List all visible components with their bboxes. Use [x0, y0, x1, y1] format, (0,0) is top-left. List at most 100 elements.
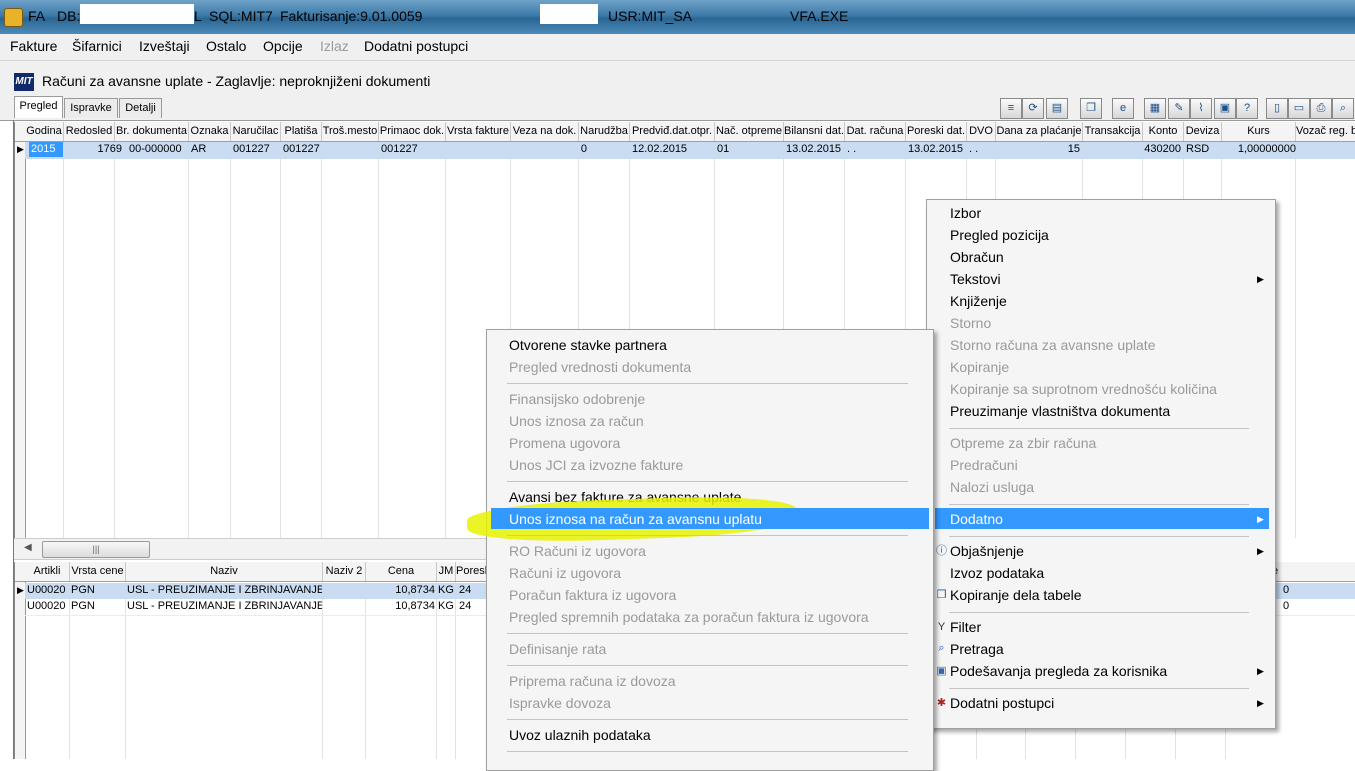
app-icon[interactable] [4, 8, 23, 27]
submenu-item-definisanje-rata[interactable]: Definisanje rata [509, 641, 606, 657]
menu-opcije[interactable]: Opcije [263, 38, 303, 54]
col-narudzba[interactable]: Narudžba [579, 122, 630, 141]
col-artikli[interactable]: Artikli [25, 562, 70, 581]
menu-izvestaji[interactable]: Izveštaji [139, 38, 190, 54]
menu-fakture[interactable]: Fakture [10, 38, 57, 54]
menu-item-dodatno[interactable]: Dodatno [950, 511, 1003, 527]
menu-item-pretraga[interactable]: Pretraga [950, 641, 1004, 657]
new-doc-icon[interactable]: ▯ [1266, 98, 1288, 119]
submenu-item-pregled-spremnih[interactable]: Pregled spremnih podataka za poračun fak… [509, 609, 869, 625]
submenu-item-priprema-dovoza[interactable]: Priprema računa iz dovoza [509, 673, 676, 689]
print-icon[interactable]: ⎙ [1310, 98, 1332, 119]
col-godina[interactable]: Godina [25, 122, 64, 141]
col-naziv-2[interactable]: Naziv 2 [323, 562, 366, 581]
module-version: Fakturisanje:9.01.0059 [280, 8, 423, 24]
horizontal-scrollbar[interactable]: ◀ ||| [14, 538, 500, 560]
menu-item-kopiranje[interactable]: Kopiranje [950, 359, 1009, 375]
title-bar: FA DB: L SQL:MIT7 Fakturisanje:9.01.0059… [0, 0, 1355, 34]
col-dvo[interactable]: DVO [967, 122, 996, 141]
menu-item-storno[interactable]: Storno [950, 315, 991, 331]
menu-item-preuzimanje-vlasnistva[interactable]: Preuzimanje vlastništva dokumenta [950, 403, 1170, 419]
submenu-item-unos-jci[interactable]: Unos JCI za izvozne fakture [509, 457, 683, 473]
submenu-item-unos-iznosa-avans[interactable]: Unos iznosa na račun za avansnu uplatu [509, 511, 762, 527]
menu-sifarnici[interactable]: Šifarnici [72, 38, 122, 54]
redacted-host [540, 4, 598, 24]
submenu-item-poracun-faktura[interactable]: Poračun faktura iz ugovora [509, 587, 676, 603]
menu-item-kopiranje-suprotno[interactable]: Kopiranje sa suprotnom vrednošću količin… [950, 381, 1217, 397]
submenu-item-finansijsko-odobrenje[interactable]: Finansijsko odobrenje [509, 391, 645, 407]
edit-icon[interactable]: ✎ [1168, 98, 1190, 119]
menu-item-kopiranje-dela-tabele[interactable]: Kopiranje dela tabele [950, 587, 1082, 603]
menu-item-izbor[interactable]: Izbor [950, 205, 981, 221]
menu-item-tekstovi[interactable]: Tekstovi [950, 271, 1001, 287]
monitor-icon[interactable]: ▣ [1214, 98, 1236, 119]
submenu-item-ro-racuni[interactable]: RO Računi iz ugovora [509, 543, 646, 559]
tab-ispravke[interactable]: Ispravke [64, 98, 118, 118]
submenu-item-unos-iznosa-za-racun[interactable]: Unos iznosa za račun [509, 413, 644, 429]
menu-item-otpreme[interactable]: Otpreme za zbir računa [950, 435, 1096, 451]
col-cena[interactable]: Cena [366, 562, 437, 581]
menu-item-pregled-pozicija[interactable]: Pregled pozicija [950, 227, 1049, 243]
col-bilansni-dat[interactable]: Bilansni dat. [784, 122, 845, 141]
col-oznaka[interactable]: Oznaka [189, 122, 231, 141]
submenu-item-pregled-vrednosti[interactable]: Pregled vrednosti dokumenta [509, 359, 691, 375]
col-vozac[interactable]: Vozač reg. b [1296, 122, 1355, 141]
col-deviza[interactable]: Deviza [1184, 122, 1222, 141]
col-konto[interactable]: Konto [1143, 122, 1184, 141]
col-naziv[interactable]: Naziv [126, 562, 323, 581]
context-menu: Izbor Pregled pozicija Obračun Tekstovi … [926, 199, 1276, 729]
list-icon[interactable]: ≡ [1000, 98, 1022, 119]
col-platisa[interactable]: Platiša [281, 122, 322, 141]
col-transakcija[interactable]: Transakcija [1083, 122, 1143, 141]
table-icon[interactable]: ▤ [1046, 98, 1068, 119]
col-vrsta-fakture[interactable]: Vrsta fakture [446, 122, 511, 141]
attach-icon[interactable]: ⌇ [1190, 98, 1212, 119]
menu-item-filter[interactable]: Filter [950, 619, 981, 635]
folder-icon[interactable]: ▭ [1288, 98, 1310, 119]
cell-godina[interactable]: 2015 [29, 142, 63, 157]
col-veza-na-dok[interactable]: Veza na dok. [511, 122, 579, 141]
submenu-item-otvorene-stavke[interactable]: Otvorene stavke partnera [509, 337, 667, 353]
scroll-thumb[interactable]: ||| [42, 541, 150, 558]
col-redosled[interactable]: Redosled [64, 122, 115, 141]
help-icon[interactable]: ? [1236, 98, 1258, 119]
submenu-item-ispravke-dovoza[interactable]: Ispravke dovoza [509, 695, 611, 711]
col-tros-mesto[interactable]: Troš.mesto [322, 122, 379, 141]
col-jm[interactable]: JM [437, 562, 456, 581]
table-row[interactable]: 2015 1769 00-000000 AR 001227 001227 001… [25, 142, 1355, 159]
menu-item-knjizenje[interactable]: Knjiženje [950, 293, 1007, 309]
submenu-item-promena-ugovora[interactable]: Promena ugovora [509, 435, 620, 451]
menu-item-objasnjenje[interactable]: Objašnjenje [950, 543, 1024, 559]
col-poreski-dat[interactable]: Poreski dat. [906, 122, 967, 141]
col-narucilac[interactable]: Naručilac [231, 122, 281, 141]
menu-izlaz[interactable]: Izlaz [320, 38, 349, 54]
col-br-dokumenta[interactable]: Br. dokumenta [115, 122, 189, 141]
internet-icon[interactable]: e [1112, 98, 1134, 119]
col-predvid-dat[interactable]: Predviđ.dat.otpr. [630, 122, 715, 141]
tab-detalji[interactable]: Detalji [119, 98, 162, 118]
menu-item-dodatni-postupci[interactable]: Dodatni postupci [950, 695, 1054, 711]
col-nac-otpreme[interactable]: Nač. otpreme [715, 122, 784, 141]
menu-item-storno-avans[interactable]: Storno računa za avansne uplate [950, 337, 1155, 353]
menu-item-nalozi-usluga[interactable]: Nalozi usluga [950, 479, 1034, 495]
menu-item-predracuni[interactable]: Predračuni [950, 457, 1018, 473]
menu-item-izvoz-podataka[interactable]: Izvoz podataka [950, 565, 1044, 581]
docs-icon[interactable]: ❐ [1080, 98, 1102, 119]
search-icon[interactable]: ⌕ [1332, 98, 1354, 119]
refresh-icon[interactable]: ⟳ [1022, 98, 1044, 119]
submenu-item-racuni-iz-ugovora[interactable]: Računi iz ugovora [509, 565, 621, 581]
tab-pregled[interactable]: Pregled [14, 96, 63, 118]
col-kurs[interactable]: Kurs [1222, 122, 1296, 141]
col-vrsta-cene[interactable]: Vrsta cene [70, 562, 126, 581]
calendar-icon[interactable]: ▦ [1144, 98, 1166, 119]
menu-dodatni-postupci[interactable]: Dodatni postupci [364, 38, 468, 54]
submenu-item-uvoz-ulaznih[interactable]: Uvoz ulaznih podataka [509, 727, 651, 743]
col-dana-za-placanje[interactable]: Dana za plaćanje [996, 122, 1083, 141]
col-dat-racuna[interactable]: Dat. računa [845, 122, 906, 141]
scroll-left-icon[interactable]: ◀ [24, 542, 32, 553]
col-primaoc[interactable]: Primaoc dok. [379, 122, 446, 141]
menu-item-obracun[interactable]: Obračun [950, 249, 1004, 265]
menu-item-podesavanja[interactable]: Podešavanja pregleda za korisnika [950, 663, 1167, 679]
cell-naziv: USL - PREUZIMANJE I ZBRINJAVANJE [127, 600, 322, 612]
menu-ostalo[interactable]: Ostalo [206, 38, 246, 54]
